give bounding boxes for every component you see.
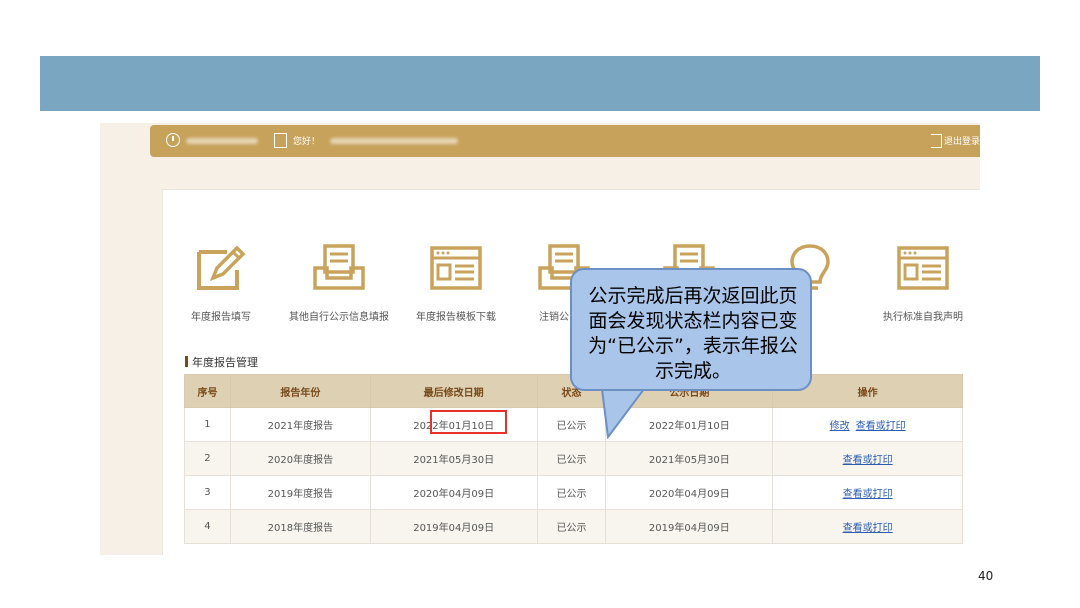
tile-annual-report-fill[interactable]: 年度报告填写 xyxy=(166,242,276,323)
slide-title-band xyxy=(40,56,1040,111)
clock-icon xyxy=(166,133,180,147)
view-print-link[interactable]: 查看或打印 xyxy=(843,489,893,500)
page-number: 40 xyxy=(978,569,994,583)
tile-label: 执行标准自我声明 xyxy=(883,312,963,323)
cell-year: 2021年度报告 xyxy=(229,407,371,442)
inbox-icon xyxy=(313,244,365,290)
cell-year: 2019年度报告 xyxy=(229,475,371,510)
section-title-text: 年度报告管理 xyxy=(192,356,258,369)
tile-standard-declaration[interactable]: 执行标准自我声明 xyxy=(868,242,978,323)
header-modified: 最后修改日期 xyxy=(369,374,538,408)
cell-modified: 2020年04月09日 xyxy=(369,475,538,510)
cell-modified: 2021年05月30日 xyxy=(369,441,538,476)
edit-link[interactable]: 修改 xyxy=(830,421,850,432)
screenshot-area: 您好！ 退出登录 年度报告填写 其他自行公示信息填报 年度报告模板下载 注销公 … xyxy=(100,123,980,555)
status-highlight-box xyxy=(430,410,507,434)
redacted-time xyxy=(186,138,258,144)
cell-no: 1 xyxy=(184,407,231,442)
report-table: 序号 报告年份 最后修改日期 状态 公示日期 操作 1 2021年度报告 202… xyxy=(184,374,963,544)
logout-link[interactable]: 退出登录 xyxy=(944,134,980,147)
cell-action: 修改 查看或打印 xyxy=(772,407,963,442)
tile-label: 年度报告模板下载 xyxy=(416,312,496,323)
pencil-form-icon xyxy=(197,245,246,290)
tile-other-disclosure[interactable]: 其他自行公示信息填报 xyxy=(284,242,394,323)
cell-status: 已公示 xyxy=(536,407,607,442)
template-window-icon xyxy=(430,246,482,290)
callout-pointer xyxy=(600,387,646,439)
logout-icon[interactable] xyxy=(931,134,942,148)
view-print-link[interactable]: 查看或打印 xyxy=(843,455,893,466)
tile-label: 年度报告填写 xyxy=(191,312,251,323)
table-row: 1 2021年度报告 2022年01月10日 已公示 2022年01月10日 修… xyxy=(184,407,963,442)
tile-template-download[interactable]: 年度报告模板下载 xyxy=(401,242,511,323)
cell-no: 4 xyxy=(184,509,231,544)
callout-text: 公示完成后再次返回此页面会发现状态栏内容已变为“已公示”，表示年报公示完成。 xyxy=(588,285,798,382)
cell-year: 2020年度报告 xyxy=(229,441,371,476)
cell-published: 2021年05月30日 xyxy=(605,441,774,476)
cell-action: 查看或打印 xyxy=(772,441,963,476)
header-year: 报告年份 xyxy=(229,374,371,408)
cell-status: 已公示 xyxy=(536,509,607,544)
user-icon xyxy=(274,133,287,148)
cell-published: 2020年04月09日 xyxy=(605,475,774,510)
cell-status: 已公示 xyxy=(536,475,607,510)
cell-published: 2019年04月09日 xyxy=(605,509,774,544)
cell-status: 已公示 xyxy=(536,441,607,476)
section-title: 年度报告管理 xyxy=(185,354,258,370)
table-row: 4 2018年度报告 2019年04月09日 已公示 2019年04月09日 查… xyxy=(184,509,963,544)
cell-year: 2018年度报告 xyxy=(229,509,371,544)
header-no: 序号 xyxy=(184,374,231,408)
table-row: 2 2020年度报告 2021年05月30日 已公示 2021年05月30日 查… xyxy=(184,441,963,476)
view-print-link[interactable]: 查看或打印 xyxy=(843,523,893,534)
cell-action: 查看或打印 xyxy=(772,509,963,544)
cell-no: 2 xyxy=(184,441,231,476)
table-row: 3 2019年度报告 2020年04月09日 已公示 2020年04月09日 查… xyxy=(184,475,963,510)
cell-modified: 2019年04月09日 xyxy=(369,509,538,544)
tile-label: 其他自行公示信息填报 xyxy=(289,312,389,323)
greeting-text: 您好！ xyxy=(293,137,321,147)
cell-no: 3 xyxy=(184,475,231,510)
section-marker xyxy=(185,356,188,367)
cell-action: 查看或打印 xyxy=(772,475,963,510)
redacted-company-name xyxy=(330,138,458,144)
view-print-link[interactable]: 查看或打印 xyxy=(856,421,906,432)
callout-bubble: 公示完成后再次返回此页面会发现状态栏内容已变为“已公示”，表示年报公示完成。 xyxy=(570,268,812,391)
top-user-bar: 您好！ 退出登录 xyxy=(150,125,980,157)
template-window-icon xyxy=(897,246,949,290)
